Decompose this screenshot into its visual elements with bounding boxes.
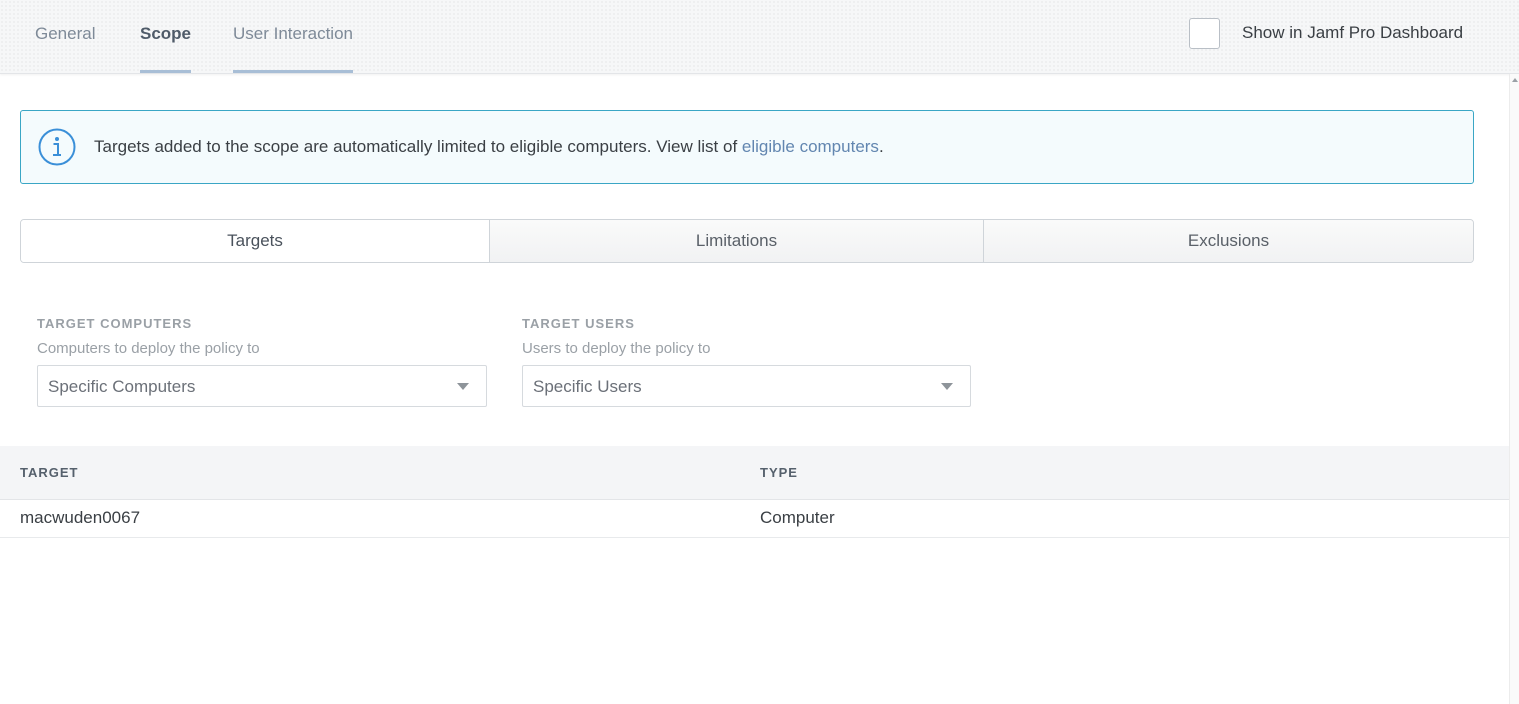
tab-user-interaction[interactable]: User Interaction bbox=[233, 24, 353, 73]
policy-scope-page: General Scope User Interaction Show in J… bbox=[0, 0, 1519, 704]
tab-targets[interactable]: Targets bbox=[21, 220, 489, 262]
targets-table-header: TARGET TYPE bbox=[0, 446, 1509, 500]
column-header-type[interactable]: TYPE bbox=[760, 465, 798, 480]
target-users-select[interactable]: Specific Users bbox=[522, 365, 971, 407]
column-header-target[interactable]: TARGET bbox=[20, 465, 78, 480]
info-banner: Targets added to the scope are automatic… bbox=[20, 110, 1474, 184]
table-row[interactable]: macwuden0067 Computer bbox=[0, 500, 1509, 538]
info-banner-message: Targets added to the scope are automatic… bbox=[94, 137, 742, 156]
info-banner-text: Targets added to the scope are automatic… bbox=[94, 137, 884, 157]
tab-user-interaction-underline bbox=[233, 70, 353, 73]
row-target-cell: macwuden0067 bbox=[20, 508, 141, 527]
vertical-scrollbar[interactable] bbox=[1509, 74, 1519, 704]
chevron-down-icon bbox=[941, 383, 953, 390]
eligible-computers-link[interactable]: eligible computers bbox=[742, 137, 879, 156]
tab-scope-label: Scope bbox=[140, 24, 192, 43]
tab-limitations[interactable]: Limitations bbox=[489, 220, 983, 262]
target-users-group: TARGET USERS Users to deploy the policy … bbox=[522, 316, 971, 407]
target-users-title: TARGET USERS bbox=[522, 316, 635, 331]
tab-general-label: General bbox=[35, 24, 96, 43]
target-computers-title: TARGET COMPUTERS bbox=[37, 316, 193, 331]
tab-exclusions[interactable]: Exclusions bbox=[983, 220, 1473, 262]
chevron-down-icon bbox=[457, 383, 469, 390]
dashboard-checkbox-label[interactable]: Show in Jamf Pro Dashboard bbox=[1242, 23, 1463, 43]
target-users-help: Users to deploy the policy to bbox=[522, 340, 711, 357]
top-tab-bar: General Scope User Interaction Show in J… bbox=[0, 0, 1519, 74]
target-computers-select[interactable]: Specific Computers bbox=[37, 365, 487, 407]
target-computers-value: Specific Computers bbox=[48, 377, 196, 396]
info-banner-suffix: . bbox=[878, 137, 884, 156]
tab-scope[interactable]: Scope bbox=[140, 24, 192, 73]
tab-general[interactable]: General bbox=[35, 24, 95, 73]
dashboard-checkbox[interactable] bbox=[1189, 18, 1220, 49]
target-users-value: Specific Users bbox=[533, 377, 642, 396]
scroll-up-arrow-icon[interactable] bbox=[1512, 78, 1518, 82]
tab-scope-underline bbox=[140, 70, 192, 73]
scope-segmented-tabs: Targets Limitations Exclusions bbox=[20, 219, 1474, 263]
target-computers-help: Computers to deploy the policy to bbox=[37, 340, 260, 357]
row-type-cell: Computer bbox=[760, 508, 835, 527]
target-computers-group: TARGET COMPUTERS Computers to deploy the… bbox=[37, 316, 487, 407]
info-icon bbox=[38, 128, 76, 166]
tab-user-interaction-label: User Interaction bbox=[233, 24, 353, 43]
